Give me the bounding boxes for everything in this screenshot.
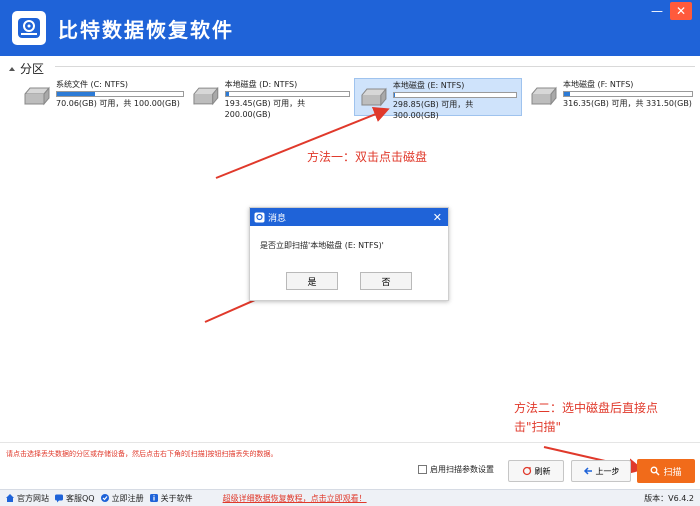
method2-annotation-line1: 方法二：选中磁盘后直接点	[514, 401, 659, 415]
dialog-title-bar: 消息 ✕	[250, 208, 448, 226]
confirm-scan-dialog: 消息 ✕ 是否立即扫描'本地磁盘 (E: NTFS)' 是 否	[249, 207, 449, 301]
scan-settings-checkbox[interactable]	[418, 465, 427, 474]
method2-annotation-line2: 击"扫描"	[514, 420, 562, 434]
dialog-message: 是否立即扫描'本地磁盘 (E: NTFS)'	[260, 241, 384, 250]
scan-label: 扫描	[663, 467, 682, 478]
dialog-logo-icon	[254, 212, 265, 222]
arrow-to-disk-e	[215, 107, 390, 179]
method1-annotation: 方法一：双击点击磁盘	[307, 150, 428, 164]
refresh-icon	[522, 466, 531, 476]
prev-step-label: 上一步	[595, 466, 620, 476]
chat-icon	[55, 494, 63, 503]
dialog-yes-button[interactable]: 是	[286, 272, 338, 290]
dialog-close-icon[interactable]: ✕	[433, 211, 442, 224]
status-bar: 官方网站 客服QQ 立即注册 关于软件 超级详细数据恢复教程，点击立即观看！ 版…	[0, 489, 700, 506]
register-link[interactable]: 立即注册	[100, 493, 144, 504]
search-icon	[651, 466, 660, 476]
info-icon	[149, 494, 158, 502]
qq-link[interactable]: 客服QQ	[54, 493, 95, 504]
prev-step-button[interactable]: 上一步	[571, 460, 631, 482]
scan-settings-label: 启用扫描参数设置	[430, 465, 494, 474]
hint-text: 请点击选择丢失数据的分区或存储设备，然后点击右下角的[扫描]按钮扫描丢失的数据。	[6, 450, 278, 458]
version-text: 版本：V6.4.2	[644, 493, 694, 503]
website-label: 官方网站	[17, 493, 49, 503]
qq-label: 客服QQ	[66, 493, 95, 503]
arrow-left-icon	[583, 467, 592, 475]
bottom-divider	[0, 442, 700, 443]
scan-settings-option[interactable]: 启用扫描参数设置	[418, 464, 494, 475]
register-icon	[100, 494, 109, 502]
refresh-label: 刷新	[534, 466, 551, 476]
home-icon	[6, 494, 14, 502]
dialog-no-button[interactable]: 否	[360, 272, 412, 290]
tutorial-link[interactable]: 超级详细数据恢复教程，点击立即观看！	[223, 493, 367, 504]
refresh-button[interactable]: 刷新	[508, 460, 564, 482]
about-link[interactable]: 关于软件	[149, 493, 193, 504]
website-link[interactable]: 官方网站	[5, 493, 49, 504]
register-label: 立即注册	[111, 493, 144, 503]
scan-button[interactable]: 扫描	[637, 459, 695, 483]
dialog-title: 消息	[268, 213, 287, 224]
about-label: 关于软件	[160, 493, 193, 503]
